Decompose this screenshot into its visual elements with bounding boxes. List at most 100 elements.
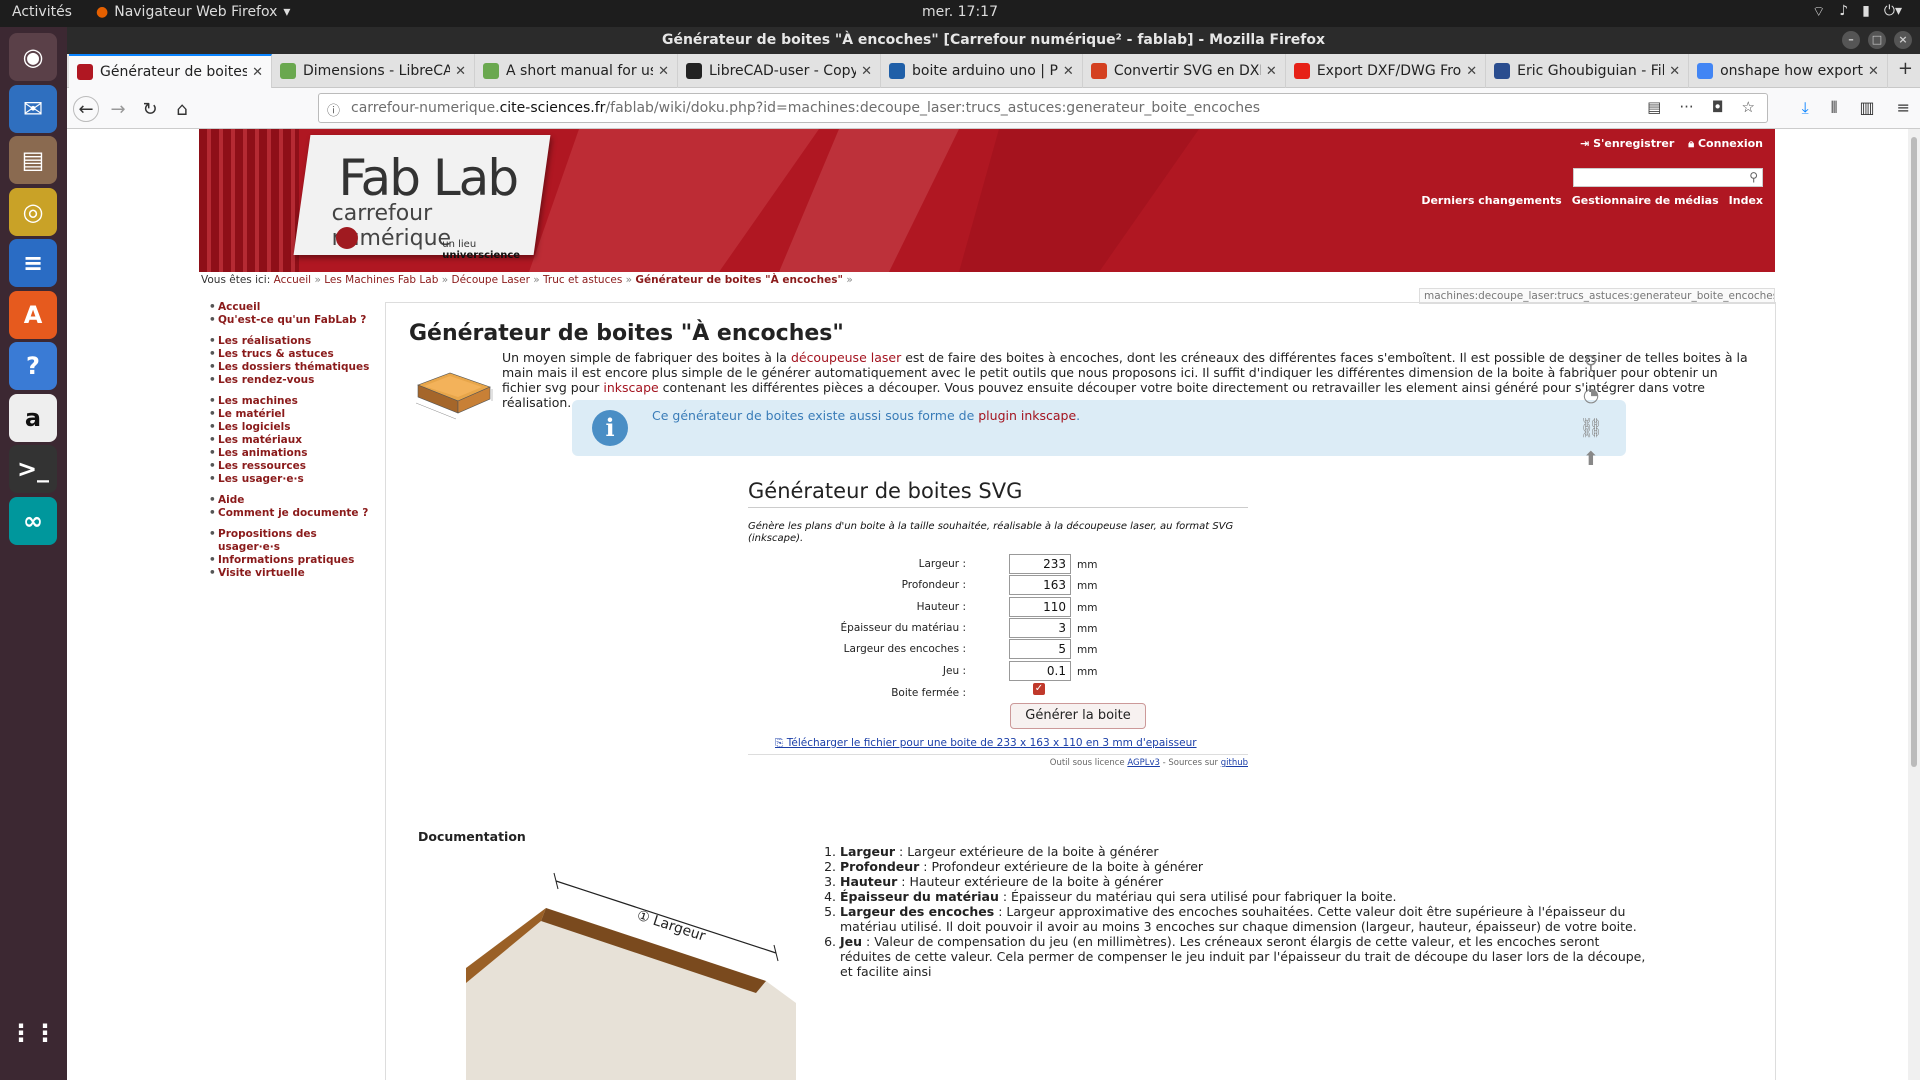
help-icon[interactable]: ? [9,342,57,390]
sidebar-link[interactable]: Les trucs & astuces [206,348,372,361]
tab-4[interactable]: LibreCAD-user - Copy ✕ [678,54,881,88]
agpl-link[interactable]: AGPLv3 [1127,758,1160,768]
breadcrumb-link[interactable]: Truc et astuces [543,274,622,286]
wiki-search-input[interactable]: ⚲ [1573,168,1763,187]
back-arrow-icon[interactable]: ← [73,96,99,122]
tab-close-icon[interactable]: ✕ [455,64,466,79]
url-text[interactable]: carrefour-numerique.cite-sciences.fr/fab… [351,100,1260,116]
show-applications-icon[interactable]: ⋮⋮ [9,1009,57,1057]
pocket-icon[interactable]: ◘ [1712,98,1724,116]
recent-changes-link[interactable]: Derniers changements [1421,194,1561,207]
app-menu[interactable]: ● Navigateur Web Firefox ▾ [96,4,290,20]
field-input[interactable]: 5 [1009,639,1071,660]
magnifier-icon[interactable]: ⚲ [1579,351,1603,375]
inkscape-plugin-link[interactable]: plugin inkscape [978,408,1076,423]
forward-arrow-icon[interactable]: → [105,96,131,122]
media-manager-link[interactable]: Gestionnaire de médias [1572,194,1719,207]
tab-close-icon[interactable]: ✕ [861,64,872,79]
sidebar-link[interactable]: Le matériel [206,408,372,421]
tab-7[interactable]: Export DXF/DWG Fro ✕ [1286,54,1487,88]
sidebar-link[interactable]: Propositions des usager·e·s [206,528,372,554]
login-link[interactable]: 🔒︎ Connexion [1688,137,1763,151]
backlinks-icon[interactable]: ⛓ [1579,415,1603,439]
sidebar-link[interactable]: Aide [206,494,372,507]
tab-close-icon[interactable]: ✕ [1669,64,1680,79]
field-input[interactable]: 233 [1009,554,1071,574]
terminal-icon[interactable]: >_ [9,445,57,493]
tab-3[interactable]: A short manual for us ✕ [475,54,678,88]
sidebar-link[interactable]: Accueil [206,301,372,314]
tab-close-icon[interactable]: ✕ [1466,64,1477,79]
register-link[interactable]: ⇥ S'enregistrer [1580,137,1674,151]
tab-6[interactable]: Convertir SVG en DXF ✕ [1083,54,1286,88]
minimize-icon[interactable]: – [1842,31,1860,49]
sidebar-link[interactable]: Les usager·e·s [206,473,372,486]
field-input[interactable]: 110 [1009,596,1071,617]
maximize-icon[interactable]: □ [1868,31,1886,49]
downloads-icon[interactable]: ⤓ [1802,98,1809,118]
tab-9[interactable]: onshape how export ✕ [1689,54,1888,88]
hamburger-menu-icon[interactable]: ≡ [1897,98,1910,118]
tab-5[interactable]: boite arduino uno | P ✕ [881,54,1083,88]
page-scrollbar[interactable] [1908,129,1920,1080]
thunderbird-icon[interactable]: ✉ [9,84,57,133]
new-tab-icon[interactable]: + [1888,54,1920,87]
download-svg-link[interactable]: ⎘ Télécharger le fichier pour une boite … [775,737,1197,750]
field-input[interactable]: 163 [1009,575,1071,596]
breadcrumb-link[interactable]: Les Machines Fab Lab [324,274,438,286]
tab-close-icon[interactable]: ✕ [1063,64,1074,79]
amazon-icon[interactable]: a [9,393,57,442]
bookmark-star-icon[interactable]: ☆ [1742,98,1755,116]
breadcrumb-link[interactable]: Accueil [274,274,312,286]
tab-close-icon[interactable]: ✕ [658,64,669,79]
system-tray[interactable]: ⌔ ♪ ▮ ⏻▾ [1812,3,1902,21]
sidebar-link[interactable]: Les dossiers thématiques [206,361,372,374]
arduino-icon[interactable]: ∞ [9,496,57,545]
files-icon[interactable]: ▤ [9,136,57,184]
activities-button[interactable]: Activités [12,4,72,20]
sidebar-toggle-icon[interactable]: ▥ [1859,98,1874,118]
sidebar-link[interactable]: Visite virtuelle [206,567,372,580]
reader-view-icon[interactable]: ▤ [1647,98,1661,116]
tab-close-icon[interactable]: ✕ [252,65,263,80]
fablab-logo[interactable]: Fab Lab carrefour numérique un lieu univ… [293,135,551,261]
sidebar-link[interactable]: Les logiciels [206,421,372,434]
github-link[interactable]: github [1221,758,1248,768]
site-info-icon[interactable]: ⓘ [327,100,340,119]
sidebar-link[interactable]: Les animations [206,447,372,460]
library-icon[interactable]: ⫴ [1831,98,1838,118]
back-to-top-icon[interactable]: ⬆ [1579,447,1603,471]
tab-2[interactable]: Dimensions - LibreCA ✕ [272,54,475,88]
field-input[interactable]: 0.1 [1009,660,1071,681]
sidebar-link[interactable]: Comment je documente ? [206,507,372,520]
sidebar-link[interactable]: Les rendez-vous [206,374,372,387]
home-icon[interactable]: ⌂ [169,96,195,122]
ubuntu-software-icon[interactable]: A [9,290,57,339]
sidebar-link[interactable]: Qu'est-ce qu'un FabLab ? [206,314,372,327]
close-icon[interactable]: × [1894,31,1912,49]
tab-1[interactable]: Générateur de boites ✕ [69,54,272,88]
sidebar-link[interactable]: Les machines [206,395,372,408]
url-bar[interactable]: ⓘ carrefour-numerique.cite-sciences.fr/f… [318,93,1768,123]
laser-cutter-link[interactable]: découpeuse laser [791,350,901,365]
libreoffice-writer-icon[interactable]: ≡ [9,239,57,287]
tab-8[interactable]: Eric Ghoubiguian - File ✕ [1486,54,1690,88]
rhythmbox-icon[interactable]: ◎ [9,187,57,236]
reload-icon[interactable]: ↻ [137,96,163,122]
generate-box-button[interactable]: Générer la boite [1010,703,1146,729]
sidebar-link[interactable]: Les réalisations [206,335,372,348]
history-icon[interactable]: ◔ [1579,383,1603,407]
sidebar-link[interactable]: Les ressources [206,460,372,473]
tab-close-icon[interactable]: ✕ [1266,64,1277,79]
sidebar-link[interactable]: Informations pratiques [206,554,372,567]
closed-box-checkbox[interactable]: ✓ [1033,683,1045,695]
breadcrumb-current[interactable]: Générateur de boites "À encoches" [635,274,843,286]
tab-close-icon[interactable]: ✕ [1868,64,1879,79]
sidebar-link[interactable]: Les matériaux [206,434,372,447]
firefox-icon[interactable]: ◉ [9,33,57,81]
inkscape-link[interactable]: inkscape [603,380,658,395]
index-link[interactable]: Index [1729,194,1763,207]
field-input[interactable]: 3 [1009,617,1071,638]
scrollbar-thumb[interactable] [1911,137,1917,767]
search-icon[interactable]: ⚲ [1749,170,1758,184]
